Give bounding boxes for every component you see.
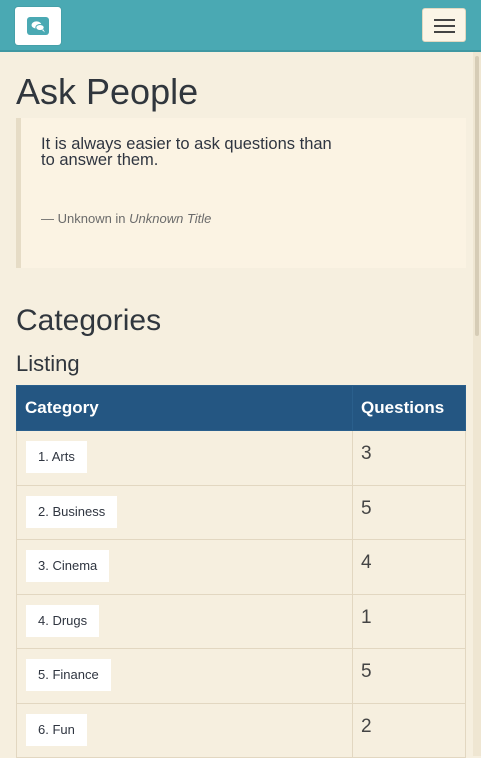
questions-cell: 5 <box>352 648 466 704</box>
category-cell: 3. Cinema <box>15 539 354 595</box>
question-count: 2 <box>361 715 372 737</box>
home-button[interactable] <box>15 7 61 45</box>
category-link[interactable]: 3. Cinema <box>26 550 110 582</box>
category-cell: 4. Drugs <box>15 593 354 649</box>
questions-cell: 3 <box>352 430 466 486</box>
questions-cell: 5 <box>352 484 466 540</box>
hamburger-menu-icon <box>434 19 455 21</box>
listing-heading: Listing <box>16 351 80 376</box>
quote-text: It is always easier to ask questions tha… <box>41 135 332 169</box>
questions-cell: 2 <box>352 702 466 758</box>
hamburger-menu-icon-bar <box>434 31 455 33</box>
category-link[interactable]: 6. Fun <box>26 713 87 746</box>
column-header-category[interactable]: Category <box>15 385 354 431</box>
quote-source: Unknown Title <box>129 211 212 226</box>
category-link[interactable]: 5. Finance <box>26 659 111 691</box>
category-link[interactable]: 1. Arts <box>26 441 87 473</box>
quote-author: — Unknown in <box>41 211 130 226</box>
table-row: 4. Drugs 1 <box>15 593 466 649</box>
top-navbar <box>0 0 481 52</box>
categories-heading: Categories <box>16 304 162 337</box>
quote-footer: — Unknown in Unknown Title <box>41 211 211 226</box>
hamburger-menu-icon-bar <box>434 25 455 27</box>
page-scrollbar[interactable] <box>473 52 481 756</box>
table-row: 1. Arts 3 <box>15 430 466 486</box>
question-count: 1 <box>361 606 372 628</box>
table-row: 6. Fun 2 <box>15 702 466 758</box>
questions-cell: 1 <box>352 593 466 649</box>
question-count: 5 <box>361 497 372 519</box>
column-header-questions[interactable]: Questions <box>352 385 466 431</box>
speech-bubbles-icon <box>27 17 49 35</box>
question-count: 3 <box>361 443 372 464</box>
category-link[interactable]: 4. Drugs <box>26 604 100 637</box>
category-cell: 2. Business <box>15 484 354 540</box>
table-row: 5. Finance 5 <box>15 648 466 704</box>
questions-cell: 4 <box>352 539 466 595</box>
category-cell: 6. Fun <box>15 702 354 758</box>
category-link[interactable]: 2. Business <box>26 495 118 528</box>
question-count: 4 <box>361 552 372 573</box>
table-row: 3. Cinema 4 <box>15 539 466 595</box>
category-cell: 5. Finance <box>15 648 354 704</box>
category-cell: 1. Arts <box>15 430 354 486</box>
table-row: 2. Business 5 <box>15 484 466 540</box>
categories-table: Category Questions 1. Arts 3 2. Business… <box>15 385 466 758</box>
menu-toggle-button[interactable] <box>422 8 466 42</box>
quote-blockquote: It is always easier to ask questions tha… <box>16 118 466 268</box>
page-title: Ask People <box>16 71 199 112</box>
table-header-row: Category Questions <box>15 385 466 431</box>
question-count: 5 <box>361 661 372 682</box>
scrollbar-thumb[interactable] <box>475 56 479 336</box>
